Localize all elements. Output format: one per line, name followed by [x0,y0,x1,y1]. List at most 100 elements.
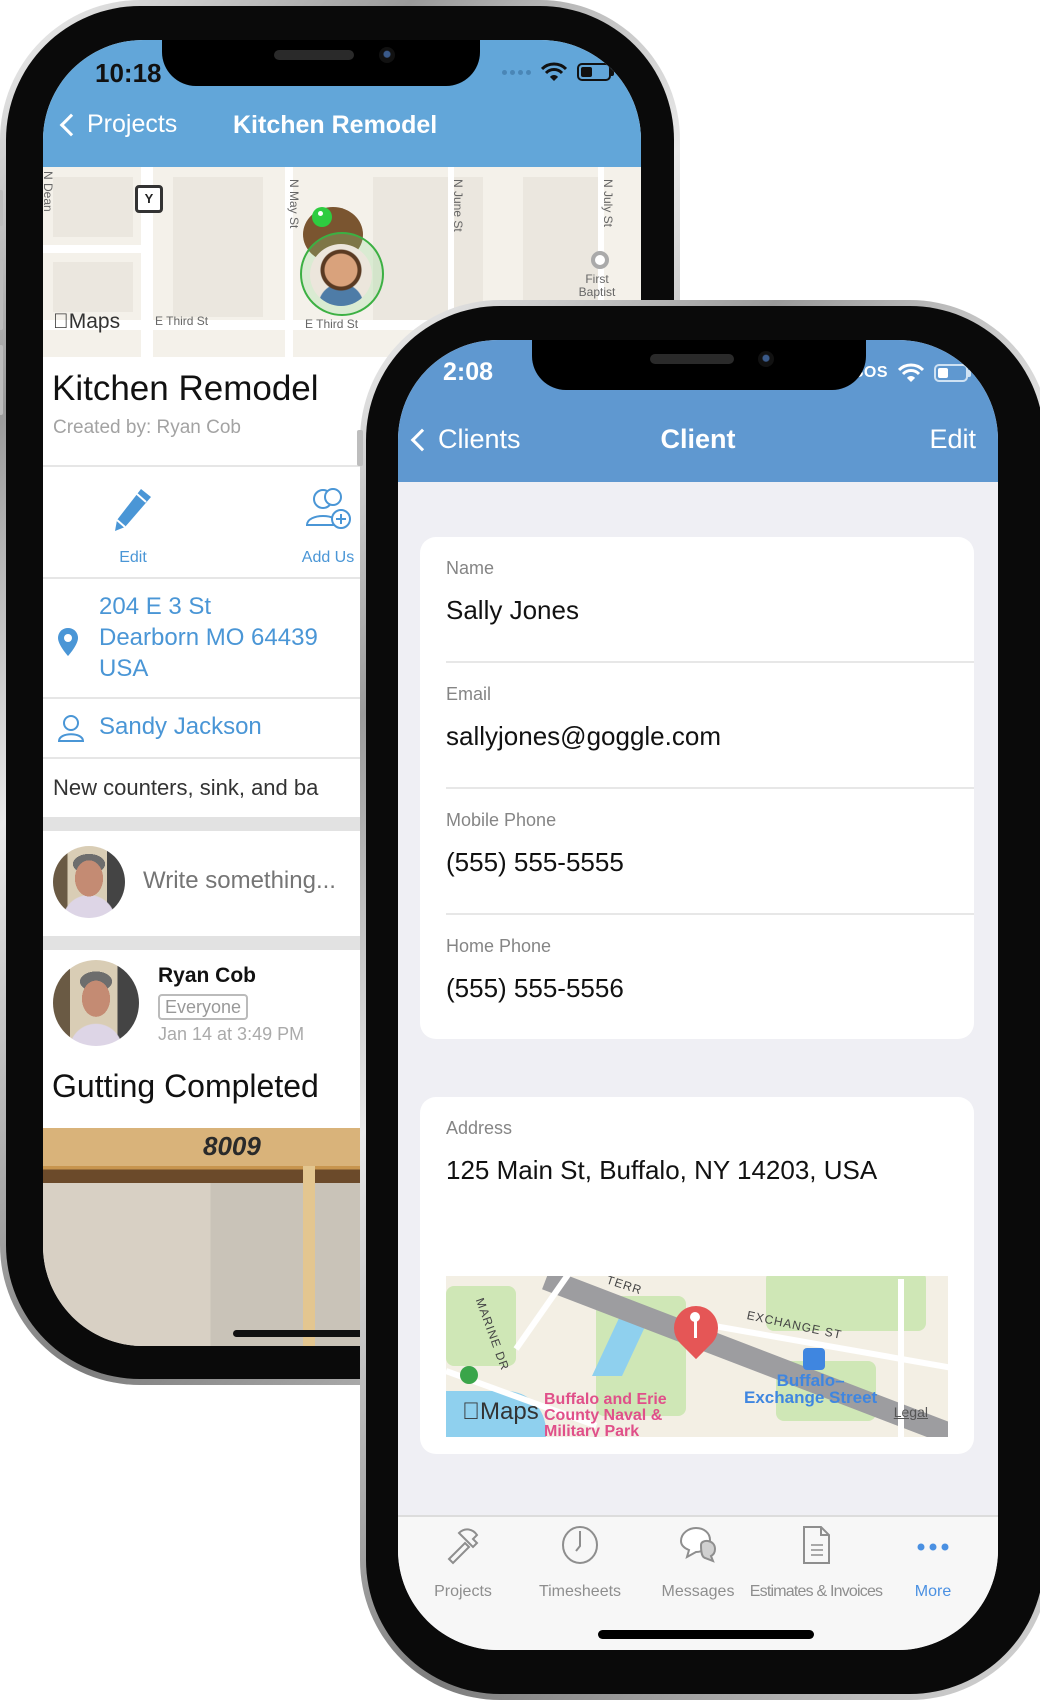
speaker-grille [650,354,734,364]
field-name[interactable]: Name Sally Jones [446,537,974,663]
more-dots-icon [917,1543,949,1551]
speaker-grille [274,50,354,60]
photo-writing: 8009 [203,1131,261,1161]
field-value: 125 Main St, Buffalo, NY 14203, USA [446,1155,878,1185]
apple-icon:  [462,1398,480,1425]
tab-timesheets[interactable]: Timesheets [520,1525,640,1605]
created-by: Created by: Ryan Cob [53,417,241,438]
pencil-icon [115,489,151,531]
street-label: E Third St [305,317,359,331]
wifi-icon [898,363,924,382]
field-label: Name [446,558,495,578]
chat-bubbles-icon [679,1526,717,1563]
address-text: 204 E 3 St Dearborn MO 64439 USA [99,593,318,682]
tab-messages[interactable]: Messages [638,1525,758,1605]
field-label: Mobile Phone [446,810,557,830]
poi-marker-icon [591,251,609,269]
wifi-icon [541,62,567,81]
highway-sign: Y [135,185,163,213]
apple-icon:  [53,310,69,333]
edit-button[interactable]: Edit [929,424,976,455]
tab-label: More [914,1583,952,1600]
notch [532,340,866,390]
mute-switch [357,430,363,466]
back-label: Projects [87,110,178,138]
phone-client-detail: 2:08 SOS Clients Client Edit Name Sally … [357,300,1040,1700]
apple-maps-logo: Maps [462,1398,539,1425]
mute-switch [0,190,3,226]
field-mobile-phone[interactable]: Mobile Phone (555) 555-5555 [446,789,974,915]
battery-icon [934,364,971,382]
add-users-icon [305,488,351,529]
notch [162,40,480,86]
post-author[interactable]: Ryan Cob [158,964,256,988]
post-title: Gutting Completed [52,1068,319,1104]
nav-title: Kitchen Remodel [233,111,438,139]
tab-projects[interactable]: Projects [403,1525,523,1605]
chevron-left-icon [59,113,83,136]
author-avatar[interactable] [53,960,139,1046]
station-label: Buffalo– Exchange Street [744,1371,878,1407]
field-value: Sally Jones [446,595,579,625]
tab-more[interactable]: More [873,1525,993,1605]
hammer-icon [447,1528,479,1565]
back-button[interactable]: Projects [57,110,177,139]
field-email[interactable]: Email sallyjones@goggle.com [446,663,974,789]
field-home-phone[interactable]: Home Phone (555) 555-5556 [446,915,974,1041]
tab-estimates-invoices[interactable]: Estimates & Invoices [750,1525,883,1605]
apple-maps-logo: Maps [53,310,120,333]
front-camera [379,47,395,63]
street-label: N May St [287,179,301,229]
location-pin-icon [58,628,78,656]
address-card: Address 125 Main St, Buffalo, NY 14203, … [420,1097,974,1454]
tab-label: Messages [661,1583,735,1600]
current-user-avatar [53,846,125,918]
edit-project-button[interactable]: Edit [73,467,193,577]
status-time: 2:08 [443,358,494,386]
battery-icon [577,63,614,81]
post-timestamp: Jan 14 at 3:49 PM [158,1024,305,1044]
user-avatar[interactable] [310,244,372,306]
contact-card: Name Sally Jones Email sallyjones@goggle… [420,537,974,1039]
clock-icon [562,1526,598,1564]
document-icon [803,1526,830,1564]
street-label: N July St [601,179,615,228]
field-address[interactable]: Address 125 Main St, Buffalo, NY 14203, … [446,1097,974,1223]
legal-link[interactable]: Legal [894,1404,928,1420]
field-value: (555) 555-5556 [446,973,624,1003]
field-value: sallyjones@goggle.com [446,721,721,751]
street-label: N June St [451,179,465,232]
edit-label: Edit [119,549,147,566]
status-time: 10:18 [95,58,162,88]
street-label: E Third St [155,314,209,328]
project-title: Kitchen Remodel [52,369,319,408]
client-name: Sandy Jackson [99,713,262,740]
add-users-label: Add Us [301,549,355,566]
park-icon [460,1366,478,1384]
field-label: Email [446,684,492,704]
volume-up-button [0,260,3,330]
tab-label: Projects [434,1583,492,1600]
location-pin-icon [312,207,332,227]
screen: 2:08 SOS Clients Client Edit Name Sally … [398,340,998,1650]
nav-title: Client [660,424,736,454]
audience-badge: Everyone [158,994,249,1020]
poi-label: First Baptist [578,272,616,299]
tab-label: Estimates & Invoices [749,1583,883,1600]
project-description: New counters, sink, and ba [53,775,319,800]
field-label: Address [446,1118,513,1138]
park-label: Buffalo and Erie County Naval & Military… [544,1391,667,1438]
status-icons: SOS [853,363,971,383]
field-label: Home Phone [446,936,552,956]
street-label: N Dean [43,171,55,212]
train-station-icon [803,1348,825,1370]
volume-down-button [0,345,3,415]
front-camera [758,351,774,367]
address-map[interactable]: EXCHANGE ST MARINE DR TERR Buffalo– Exch… [446,1276,948,1437]
signal-icon [502,69,531,75]
status-icons [502,62,614,82]
home-indicator[interactable] [598,1630,814,1639]
location-accuracy-circle [300,232,384,316]
tab-label: Timesheets [538,1583,622,1600]
field-value: (555) 555-5555 [446,847,624,877]
